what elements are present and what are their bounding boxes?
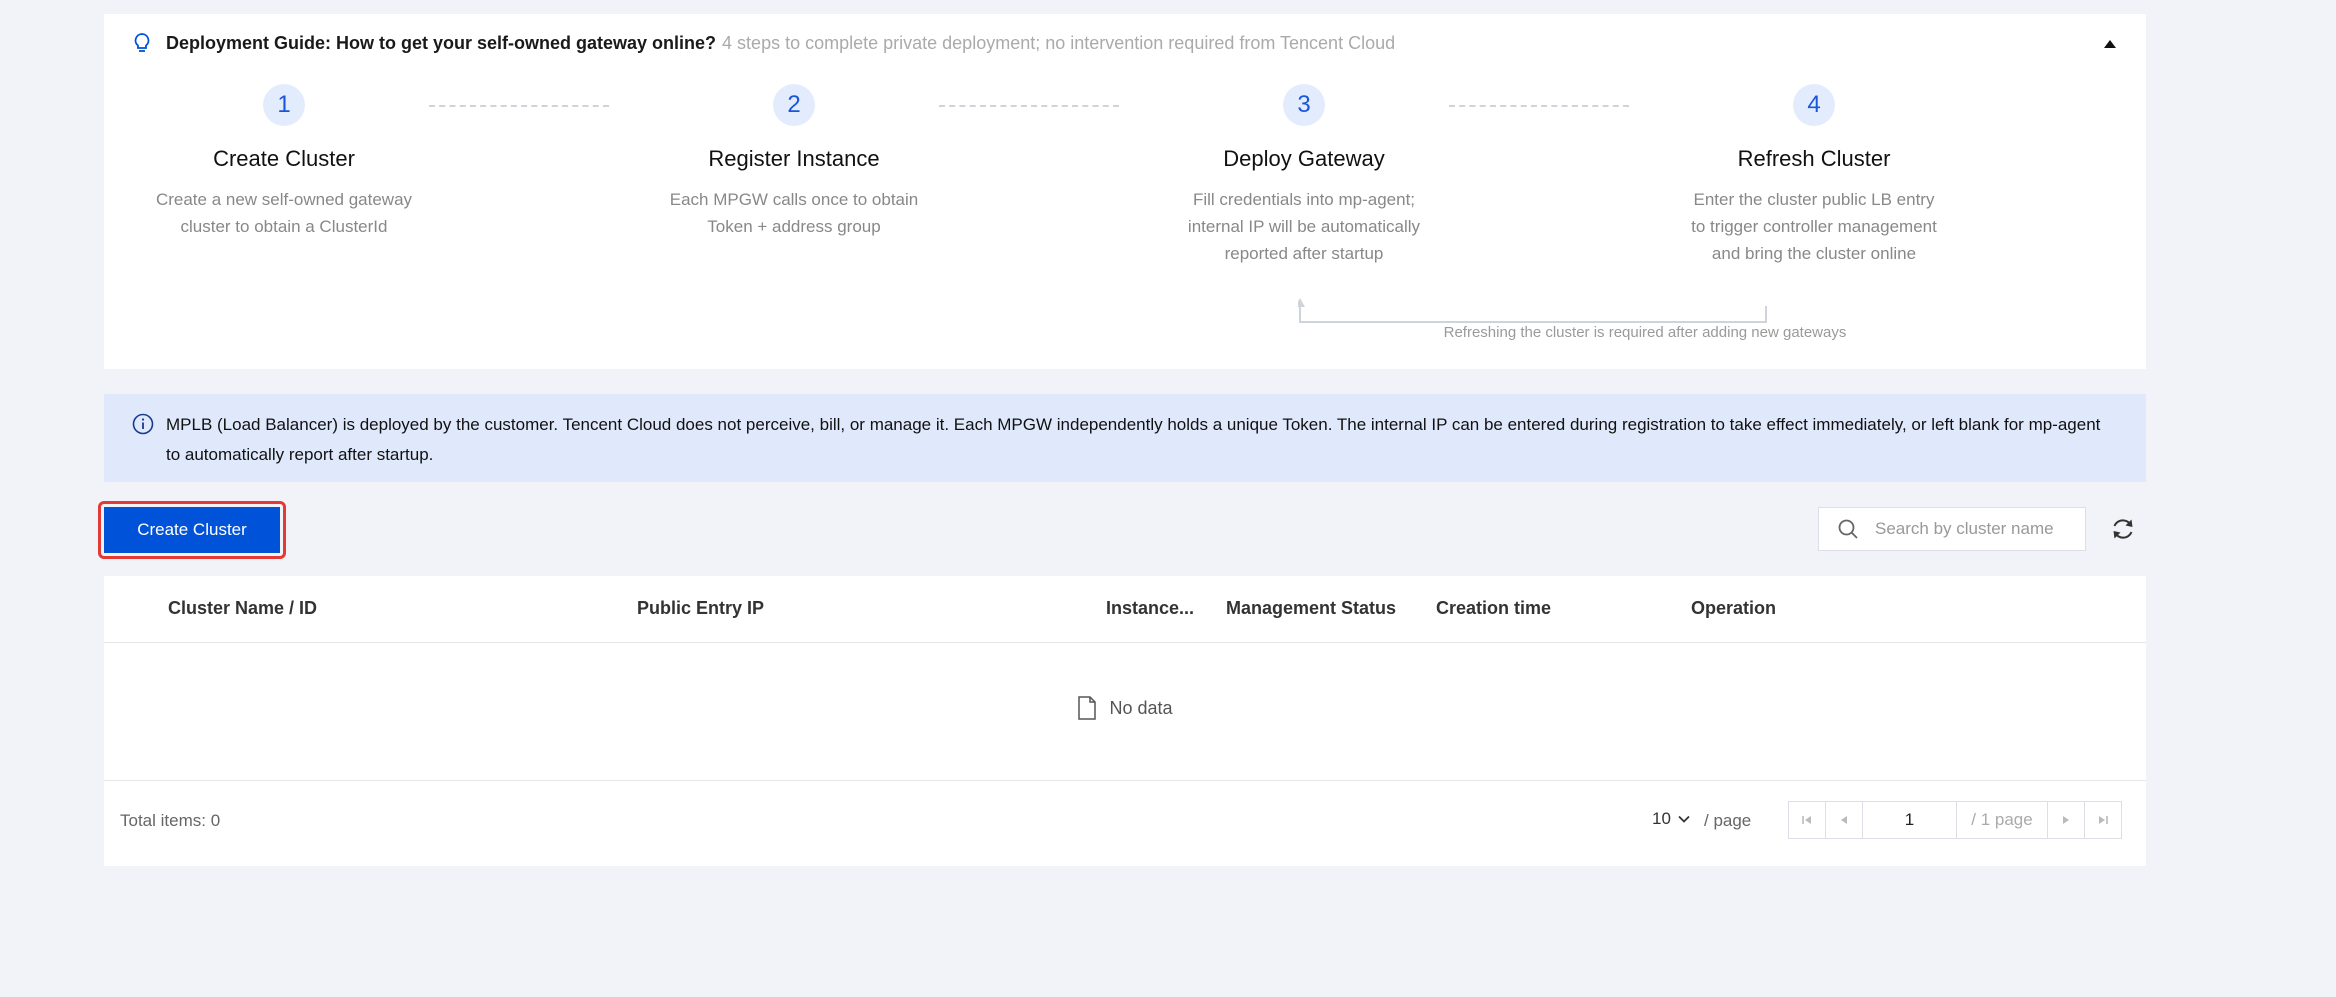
step-4: 4 Refresh Cluster Enter the cluster publ… <box>1654 84 1974 267</box>
column-header-instance[interactable]: Instance... <box>1106 598 1194 619</box>
page-size-select[interactable]: 10 <box>1652 809 1691 829</box>
column-header-cluster-name[interactable]: Cluster Name / ID <box>168 598 317 619</box>
guide-title: Deployment Guide: How to get your self-o… <box>166 32 717 53</box>
prev-page-button[interactable] <box>1826 802 1863 838</box>
guide-subtitle: 4 steps to complete private deployment; … <box>722 32 1396 53</box>
step-description-line: Enter the cluster public LB entry <box>1693 190 1935 209</box>
step-connector <box>429 105 609 107</box>
cluster-table: Cluster Name / ID Public Entry IP Instan… <box>104 576 2146 866</box>
info-banner: MPLB (Load Balancer) is deployed by the … <box>104 394 2146 482</box>
empty-text: No data <box>1109 697 1173 718</box>
lightbulb-icon <box>134 33 150 52</box>
step-description-line: internal IP will be automatically <box>1187 217 1421 236</box>
deployment-guide-card: Deployment Guide: How to get your self-o… <box>104 14 2146 369</box>
step-number: 4 <box>1793 84 1835 126</box>
step-title: Create Cluster <box>213 146 355 171</box>
step-number: 2 <box>773 84 815 126</box>
per-page-label: / page <box>1704 811 1752 830</box>
total-items: Total items: 0 <box>120 811 221 830</box>
page-size-value: 10 <box>1652 809 1671 828</box>
column-header-operation[interactable]: Operation <box>1691 598 1776 619</box>
column-header-creation-time[interactable]: Creation time <box>1436 598 1551 619</box>
step-connector <box>939 105 1119 107</box>
total-pages: / 1 page <box>1957 802 2048 838</box>
step-description-line: and bring the cluster online <box>1711 244 1917 263</box>
search-box[interactable] <box>1818 507 2086 551</box>
step-number: 3 <box>1283 84 1325 126</box>
collapse-guide-button[interactable] <box>2100 34 2120 54</box>
last-page-icon <box>2099 816 2108 824</box>
step-title: Refresh Cluster <box>1737 146 1891 171</box>
file-icon <box>1078 696 1097 720</box>
next-page-icon <box>2063 816 2069 824</box>
table-footer: Total items: 0 10 / page / 1 page <box>104 780 2146 867</box>
step-title: Deploy Gateway <box>1223 146 1385 171</box>
info-text: MPLB (Load Balancer) is deployed by the … <box>166 415 2101 464</box>
info-icon <box>132 413 154 435</box>
guide-header: Deployment Guide: How to get your self-o… <box>130 28 1395 58</box>
first-page-button[interactable] <box>1789 802 1826 838</box>
step-description-line: cluster to obtain a ClusterId <box>180 217 388 236</box>
step-1: 1 Create Cluster Create a new self-owned… <box>124 84 444 240</box>
first-page-icon <box>1802 816 1811 824</box>
last-page-button[interactable] <box>2085 802 2121 838</box>
step-description-line: Token + address group <box>707 217 881 236</box>
chevron-down-icon <box>1678 815 1690 823</box>
column-header-management-status[interactable]: Management Status <box>1226 598 1396 619</box>
step-2: 2 Register Instance Each MPGW calls once… <box>634 84 954 240</box>
caret-up-icon <box>2104 40 2116 48</box>
step-3: 3 Deploy Gateway Fill credentials into m… <box>1144 84 1464 267</box>
prev-page-icon <box>1841 816 1847 824</box>
search-input[interactable] <box>1873 518 2077 540</box>
empty-state: No data <box>104 696 2146 720</box>
next-page-button[interactable] <box>2048 802 2085 838</box>
step-description-line: Fill credentials into mp-agent; <box>1192 190 1416 209</box>
step-description: Enter the cluster public LB entry to tri… <box>1654 186 1974 267</box>
page-number-input[interactable] <box>1863 802 1957 838</box>
step-description: Create a new self-owned gateway cluster … <box>124 186 444 240</box>
refresh-note: Refreshing the cluster is required after… <box>1443 324 1847 341</box>
step-description: Each MPGW calls once to obtain Token + a… <box>634 186 954 240</box>
refresh-button[interactable] <box>2109 515 2137 543</box>
step-title: Register Instance <box>708 146 880 171</box>
step-description-line: to trigger controller management <box>1691 217 1937 236</box>
step-description-line: Create a new self-owned gateway <box>155 190 413 209</box>
pagination-controls: / 1 page <box>1788 801 2122 839</box>
step-description-line: Each MPGW calls once to obtain <box>669 190 919 209</box>
create-cluster-button[interactable]: Create Cluster <box>104 507 280 553</box>
step-description: Fill credentials into mp-agent; internal… <box>1144 186 1464 267</box>
step-description-line: reported after startup <box>1224 244 1384 263</box>
column-header-public-entry-ip[interactable]: Public Entry IP <box>637 598 764 619</box>
step-connector <box>1449 105 1629 107</box>
step-number: 1 <box>263 84 305 126</box>
table-header: Cluster Name / ID Public Entry IP Instan… <box>104 576 2146 643</box>
search-icon <box>1838 519 1858 539</box>
refresh-icon <box>2113 519 2133 539</box>
